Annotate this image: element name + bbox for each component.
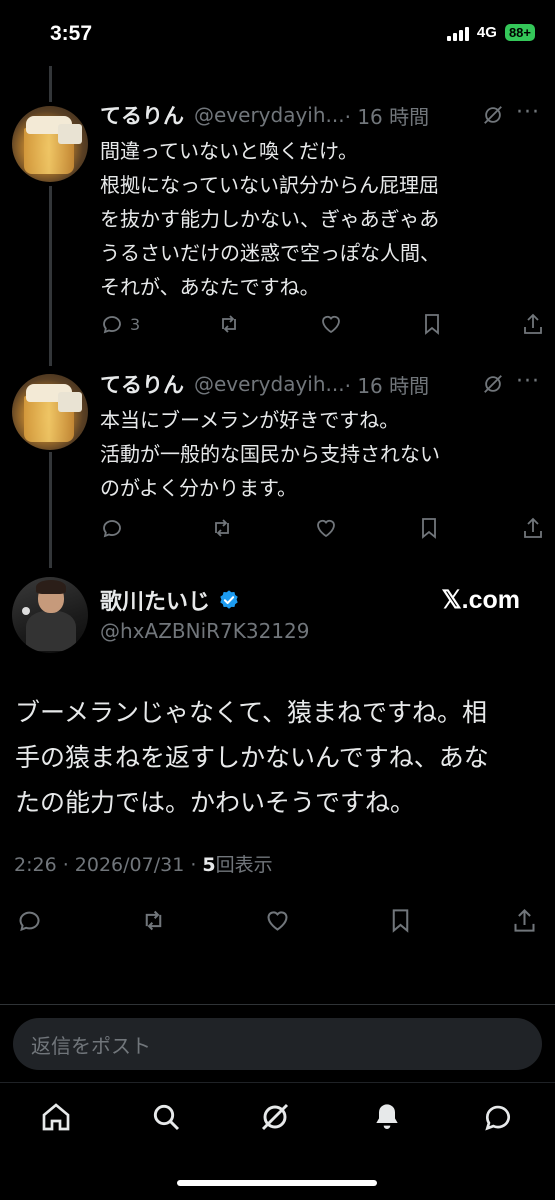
grok-icon[interactable] xyxy=(482,104,504,126)
repost-icon xyxy=(222,315,237,333)
bookmark-icon xyxy=(424,314,439,335)
bookmark-icon xyxy=(422,518,437,539)
repost-button[interactable] xyxy=(210,516,234,540)
battery-icon: 88+ xyxy=(504,24,535,41)
share-button[interactable] xyxy=(521,516,545,540)
status-bar: 3:57 4G 88+ xyxy=(0,0,555,70)
search-icon xyxy=(153,1104,180,1131)
repost-button[interactable] xyxy=(217,312,241,336)
thread-line xyxy=(49,452,52,568)
source-label: 𝕏.com xyxy=(441,586,521,614)
status-time: 3:57 xyxy=(50,22,93,45)
post-actions xyxy=(100,514,545,542)
share-icon xyxy=(524,517,542,538)
like-icon[interactable] xyxy=(264,907,291,934)
like-icon xyxy=(321,315,340,334)
bell-icon xyxy=(376,1104,398,1129)
reply-count: 3 xyxy=(130,314,141,334)
reply-header: てるりん @everydayih... · 16 時間 xyxy=(100,367,540,401)
main-post-actions xyxy=(16,904,538,936)
like-button[interactable] xyxy=(319,312,343,336)
reply-header: てるりん @everydayih... · 16 時間 xyxy=(100,98,540,132)
messages-tab[interactable] xyxy=(482,1101,514,1133)
grok-icon xyxy=(261,1103,289,1131)
repost-icon xyxy=(214,519,229,537)
author-handle[interactable]: @hxAZBNiR7K32129 xyxy=(100,619,530,643)
thread-line xyxy=(49,66,52,102)
divider xyxy=(0,1004,555,1005)
author-name[interactable]: てるりん xyxy=(100,369,184,399)
home-indicator xyxy=(177,1180,377,1186)
avatar[interactable] xyxy=(12,374,88,450)
post-text: 間違っていないと喚くだけ。 根拠になっていない訳分からん屁理屈 を抜かす能力しか… xyxy=(100,139,440,299)
thread-line xyxy=(49,186,52,366)
view-label: 回表示 xyxy=(215,854,273,876)
reply-post[interactable]: てるりん @everydayih... · 16 時間 ··· 本当にブーメラン… xyxy=(100,367,540,505)
author-name[interactable]: 歌川たいじ xyxy=(100,584,210,616)
grok-icon[interactable] xyxy=(482,373,504,395)
like-icon xyxy=(316,519,335,538)
author-name[interactable]: てるりん xyxy=(100,100,184,130)
reply-icon xyxy=(103,316,121,334)
reply-placeholder: 返信をポスト xyxy=(31,1034,151,1058)
main-avatar[interactable] xyxy=(12,577,88,653)
avatar[interactable] xyxy=(12,106,88,182)
share-icon xyxy=(524,313,542,334)
post-time[interactable]: · 16 時間 xyxy=(345,370,430,399)
notifications-tab[interactable] xyxy=(371,1101,403,1133)
signal-icon xyxy=(446,25,469,41)
post-time[interactable]: · 16 時間 xyxy=(345,101,430,130)
messages-icon xyxy=(485,1105,510,1131)
reply-input[interactable]: 返信をポスト xyxy=(13,1018,542,1070)
author-handle[interactable]: @everydayih... xyxy=(194,372,345,396)
reply-icon xyxy=(103,520,121,538)
reply-button[interactable] xyxy=(100,516,130,540)
reply-post[interactable]: てるりん @everydayih... · 16 時間 ··· 間違っていないと… xyxy=(100,98,540,304)
post-text: 本当にブーメランが好きですね。 活動が一般的な国民から支持されない のがよく分か… xyxy=(100,408,440,500)
author-handle[interactable]: @everydayih... xyxy=(194,103,345,127)
repost-icon[interactable] xyxy=(140,907,167,934)
bookmark-button[interactable] xyxy=(417,516,441,540)
post-actions: 3 xyxy=(100,310,545,338)
share-button[interactable] xyxy=(521,312,545,336)
post-timestamp[interactable]: 2:26 · 2026/07/31 · xyxy=(14,854,202,876)
status-indicators: 4G 88+ xyxy=(446,24,535,41)
home-icon xyxy=(42,1103,70,1131)
main-post-header: 歌川たいじ @hxAZBNiR7K32129 𝕏.com xyxy=(100,583,530,643)
view-count: 5 xyxy=(202,854,216,876)
post-meta: 2:26 · 2026/07/31 · 5回表示 xyxy=(14,850,273,877)
main-post-text: ブーメランじゃなくて、猿まねですね。相 手の猿まねを返すしかないんですね、あな … xyxy=(15,698,489,817)
more-icon[interactable]: ··· xyxy=(516,100,540,125)
search-tab[interactable] xyxy=(150,1101,182,1133)
network-type: 4G xyxy=(476,24,497,41)
more-icon[interactable]: ··· xyxy=(516,369,540,394)
reply-icon[interactable] xyxy=(16,907,43,934)
like-button[interactable] xyxy=(314,516,338,540)
reply-button[interactable]: 3 xyxy=(100,312,140,336)
share-icon[interactable] xyxy=(511,907,538,934)
bookmark-icon[interactable] xyxy=(387,907,414,934)
home-tab[interactable] xyxy=(40,1101,72,1133)
grok-tab[interactable] xyxy=(259,1101,291,1133)
bookmark-button[interactable] xyxy=(420,312,444,336)
verified-badge-icon xyxy=(220,590,238,609)
